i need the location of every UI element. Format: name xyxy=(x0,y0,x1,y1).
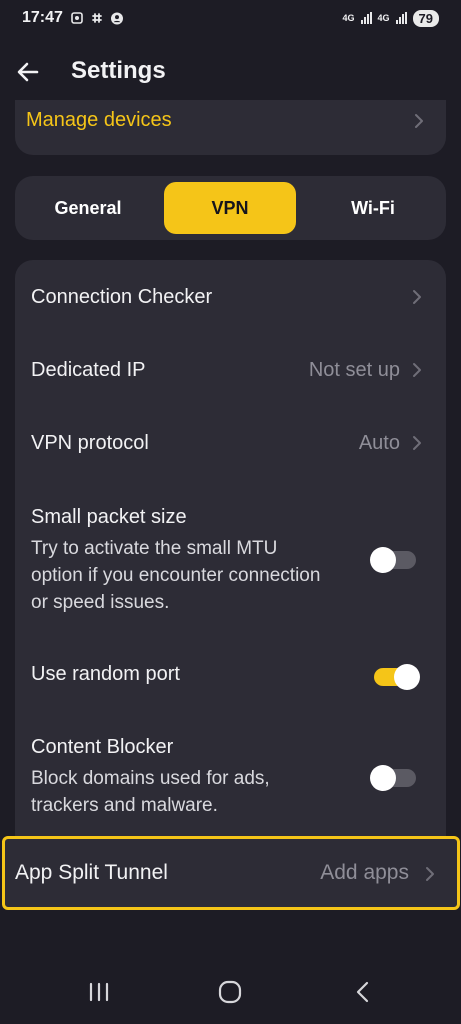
toggle-knob xyxy=(370,765,396,791)
signal-icon-2 xyxy=(395,12,407,24)
content-blocker-toggle[interactable] xyxy=(370,765,416,791)
app-split-tunnel-row[interactable]: App Split Tunnel Add apps xyxy=(2,836,460,910)
content-blocker-description: Block domains used for ads, trackers and… xyxy=(31,768,270,816)
home-icon[interactable] xyxy=(215,978,245,1006)
status-right: 4G 4G 79 xyxy=(342,9,439,27)
dedicated-ip-label: Dedicated IP xyxy=(31,359,146,381)
chevron-right-icon xyxy=(414,113,424,129)
random-port-label: Use random port xyxy=(31,663,180,685)
chevron-right-icon xyxy=(412,435,422,451)
tab-bar: General VPN Wi-Fi xyxy=(15,176,446,240)
dedicated-ip-value: Not set up xyxy=(308,359,400,381)
app-split-tunnel-value: Add apps xyxy=(320,861,409,884)
small-packet-row: Small packet size Try to activate the sm… xyxy=(31,506,422,616)
system-nav-bar xyxy=(0,960,461,1024)
manage-devices-label: Manage devices xyxy=(26,109,172,131)
recents-icon[interactable] xyxy=(84,978,114,1006)
status-time: 17:47 xyxy=(22,9,63,26)
tab-general[interactable]: General xyxy=(22,182,154,234)
tab-wifi[interactable]: Wi-Fi xyxy=(307,182,439,234)
network-label-1: 4G xyxy=(342,13,355,23)
chevron-right-icon xyxy=(412,362,422,378)
small-packet-label: Small packet size xyxy=(31,506,187,528)
app-split-tunnel-label: App Split Tunnel xyxy=(15,861,168,884)
signal-icon xyxy=(360,12,372,24)
random-port-toggle[interactable] xyxy=(374,664,420,690)
slack-icon xyxy=(91,12,103,24)
small-packet-toggle[interactable] xyxy=(370,547,416,573)
manage-devices-row[interactable]: Manage devices xyxy=(15,100,446,155)
app-header: Settings xyxy=(0,44,461,100)
connection-checker-label: Connection Checker xyxy=(31,286,213,308)
toggle-knob xyxy=(370,547,396,573)
chevron-right-icon xyxy=(412,289,422,305)
vpn-protocol-label: VPN protocol xyxy=(31,432,149,454)
toggle-knob xyxy=(394,664,420,690)
screenshot-icon xyxy=(71,12,83,24)
vpn-settings-list: Connection Checker Dedicated IP Not set … xyxy=(15,260,446,860)
random-port-row: Use random port xyxy=(31,663,422,690)
account-icon xyxy=(110,12,123,24)
dedicated-ip-row[interactable]: Dedicated IP Not set up xyxy=(31,359,422,385)
status-bar: 17:47 4G 4G 79 xyxy=(0,0,461,36)
battery-indicator: 79 xyxy=(412,9,439,27)
small-packet-description: Try to activate the small MTU option if … xyxy=(31,538,321,613)
page-title: Settings xyxy=(71,57,166,84)
connection-checker-row[interactable]: Connection Checker xyxy=(31,286,422,312)
tab-vpn[interactable]: VPN xyxy=(164,182,296,234)
chevron-right-icon xyxy=(425,866,435,882)
network-label-2: 4G xyxy=(377,13,390,23)
vpn-protocol-row[interactable]: VPN protocol Auto xyxy=(31,432,422,458)
nav-back-icon[interactable] xyxy=(348,978,378,1006)
content-blocker-row: Content Blocker Block domains used for a… xyxy=(31,736,422,826)
status-left: 17:47 xyxy=(22,9,123,27)
arrow-left-icon[interactable] xyxy=(14,58,42,86)
vpn-protocol-value: Auto xyxy=(358,432,400,454)
content-blocker-label: Content Blocker xyxy=(31,736,174,758)
